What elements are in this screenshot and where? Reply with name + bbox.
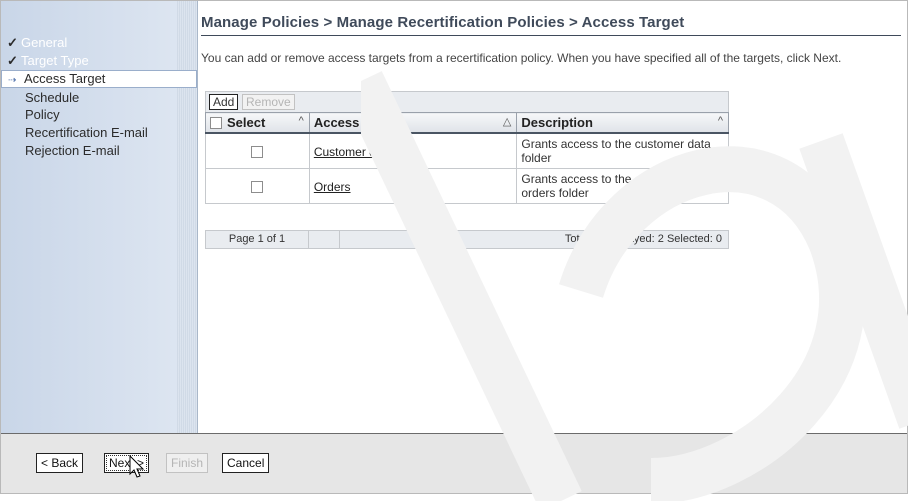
access-name-cell: Orders: [308, 168, 518, 204]
select-all-checkbox[interactable]: [210, 116, 222, 129]
column-label: Select: [227, 115, 266, 130]
arrow-icon: ⇢: [8, 75, 17, 86]
sidebar-item-label: Schedule: [25, 90, 80, 105]
title-divider: [201, 35, 901, 36]
check-icon: ✓: [7, 53, 18, 68]
pagination-spacer: [309, 231, 340, 248]
page-indicator: Page 1 of 1: [206, 231, 309, 248]
remove-button[interactable]: Remove: [242, 94, 295, 110]
table-pagination-bar: Page 1 of 1 Total: 2 Displayed: 2 Select…: [205, 230, 729, 249]
select-cell: [205, 168, 310, 204]
page-title: Manage Policies > Manage Recertification…: [201, 14, 685, 31]
wizard-sidebar: ✓ General ✓ Target Type ⇢ Access Target Sch…: [1, 1, 198, 433]
row-checkbox[interactable]: [251, 145, 264, 158]
back-button[interactable]: < Back: [36, 453, 84, 473]
sidebar-item-schedule[interactable]: Schedule: [1, 89, 197, 106]
sort-ascending-icon[interactable]: △: [503, 115, 511, 128]
column-label: Description: [521, 115, 593, 130]
main-content: Manage Policies > Manage Recertification…: [201, 1, 907, 433]
table-row: Orders Grants access to the outstanding …: [205, 168, 729, 204]
sidebar-item-label: General: [21, 35, 68, 50]
sort-caret-icon[interactable]: ^: [718, 115, 723, 127]
sidebar-item-access-target[interactable]: ⇢ Access Target: [1, 70, 197, 88]
row-checkbox[interactable]: [251, 180, 264, 193]
instructions-text: You can add or remove access targets fro…: [201, 51, 842, 65]
add-button[interactable]: Add: [209, 94, 239, 110]
description-cell: Grants access to the outstanding orders …: [516, 168, 729, 204]
select-column-header[interactable]: Select ^: [205, 112, 310, 134]
access-name-link[interactable]: Customer data: [314, 145, 393, 159]
access-name-link[interactable]: Orders: [314, 180, 351, 194]
sidebar-item-target-type[interactable]: ✓ Target Type: [1, 52, 197, 69]
sort-caret-icon[interactable]: ^: [299, 115, 304, 127]
access-name-cell: Customer data: [308, 132, 518, 169]
sidebar-item-general[interactable]: ✓ General: [1, 34, 197, 51]
table-toolbar: Add Remove: [205, 91, 729, 112]
cancel-button[interactable]: Cancel: [222, 453, 270, 473]
sidebar-item-label: Recertification E-mail: [25, 125, 148, 140]
description-column-header[interactable]: Description ^: [516, 112, 729, 134]
table-totals: Total: 2 Displayed: 2 Selected: 0: [564, 233, 722, 245]
wizard-window: ✓ General ✓ Target Type ⇢ Access Target Sch…: [0, 0, 908, 501]
column-label: Access Name: [313, 115, 399, 130]
mouse-pointer-icon: [129, 455, 145, 478]
sidebar-item-label: Rejection E-mail: [25, 143, 120, 158]
sidebar-item-label: Policy: [25, 107, 60, 122]
finish-button[interactable]: Finish: [166, 453, 209, 473]
sidebar-item-recertification-email[interactable]: Recertification E-mail: [1, 124, 197, 141]
access-name-column-header[interactable]: Access Name △: [308, 112, 518, 134]
sidebar-item-rejection-email[interactable]: Rejection E-mail: [1, 142, 197, 159]
access-targets-table: Select ^ Access Name △ Description ^ Cus…: [205, 112, 729, 204]
sidebar-item-label: Target Type: [21, 53, 89, 68]
table-row: Customer data Grants access to the custo…: [205, 132, 729, 169]
description-cell: Grants access to the customer data folde…: [516, 132, 729, 169]
select-cell: [205, 132, 310, 169]
sidebar-item-policy[interactable]: Policy: [1, 106, 197, 123]
table-header-row: Select ^ Access Name △ Description ^: [205, 112, 729, 134]
sidebar-item-label: Access Target: [24, 71, 106, 86]
check-icon: ✓: [7, 35, 18, 50]
